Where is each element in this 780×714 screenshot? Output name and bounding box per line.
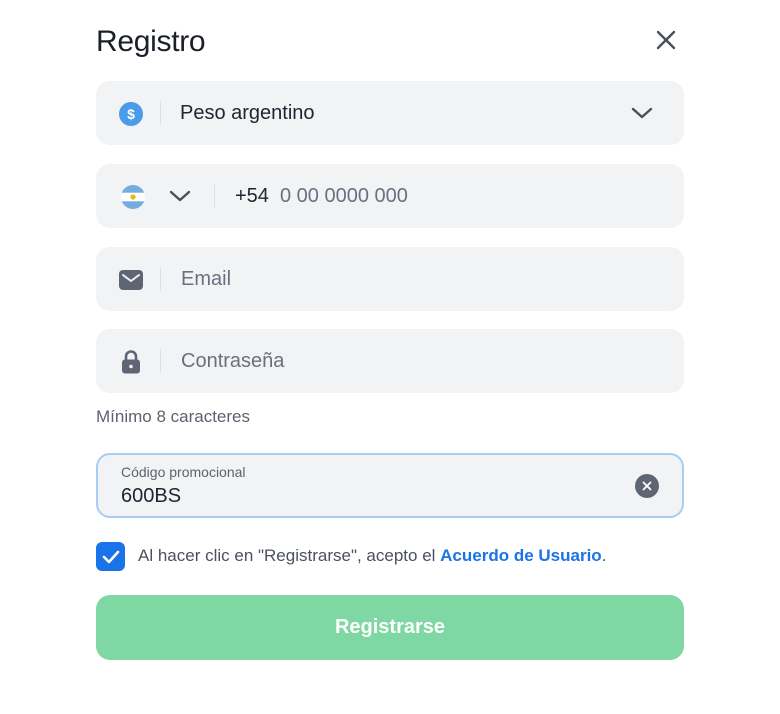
phone-prefix: +54 (235, 185, 269, 207)
argentina-flag-icon (120, 184, 146, 210)
terms-text-before: Al hacer clic en "Registrarse", acepto e… (138, 546, 441, 565)
clear-icon (642, 481, 652, 491)
promo-code-field[interactable]: Código promocional 600BS (96, 453, 684, 518)
email-field[interactable]: Email (96, 247, 684, 311)
password-hint: Mínimo 8 caracteres (96, 407, 250, 426)
terms-checkbox[interactable] (96, 542, 125, 571)
phone-placeholder: 0 00 0000 000 (280, 185, 408, 207)
phone-field[interactable]: +54 0 00 0000 000 (96, 164, 684, 228)
currency-select[interactable]: $ Peso argentino (96, 81, 684, 145)
terms-text-after: . (601, 546, 607, 565)
close-button[interactable] (650, 26, 682, 58)
divider (214, 184, 215, 208)
chevron-down-icon (629, 100, 655, 126)
clear-promo-button[interactable] (635, 474, 659, 498)
terms-text: Al hacer clic en "Registrarse", acepto e… (138, 546, 606, 566)
divider (160, 349, 161, 373)
lock-icon (118, 349, 144, 375)
page-title: Registro (96, 25, 206, 58)
register-button[interactable]: Registrarse (96, 595, 684, 660)
dollar-coin-icon: $ (118, 101, 144, 127)
password-placeholder: Contraseña (181, 350, 285, 372)
promo-code-value: 600BS (121, 485, 182, 507)
user-agreement-link[interactable]: Acuerdo de Usuario (440, 546, 602, 565)
close-icon (655, 29, 677, 56)
envelope-icon (118, 267, 144, 293)
svg-text:$: $ (127, 106, 135, 122)
promo-code-label: Código promocional (121, 464, 246, 480)
country-chevron-down-icon[interactable] (167, 183, 193, 209)
currency-value: Peso argentino (180, 102, 315, 124)
divider (160, 267, 161, 291)
password-field[interactable]: Contraseña (96, 329, 684, 393)
email-placeholder: Email (181, 268, 232, 290)
checkmark-icon (102, 550, 119, 563)
divider (160, 101, 161, 125)
